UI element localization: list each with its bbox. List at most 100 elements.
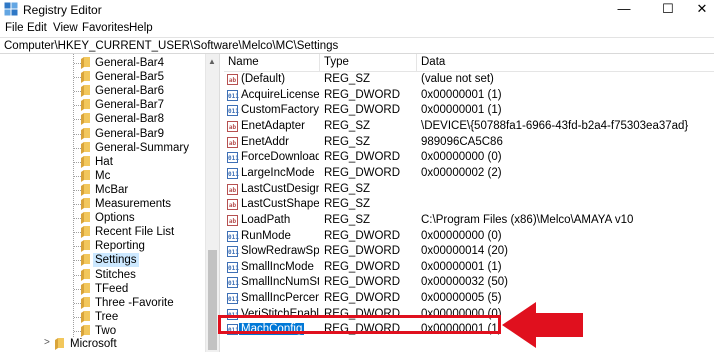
tree-item[interactable]: McBar <box>0 183 205 197</box>
tree-item[interactable]: TFeed <box>0 282 205 296</box>
tree-connector <box>74 232 81 234</box>
value-row[interactable]: ab EnetAddr REG_SZ 989096CA5C86 <box>224 135 714 151</box>
folder-icon <box>81 212 90 225</box>
value-data: 0x00000000 (0) <box>421 229 502 242</box>
key-tree: General-Bar4 General-Bar5 General-Bar6 Gene… <box>0 54 219 352</box>
tree-item[interactable]: Tree <box>0 310 205 324</box>
tree-connector <box>74 288 81 290</box>
folder-icon <box>55 338 64 350</box>
value-row[interactable]: ab LoadPath REG_SZ C:\Program Files (x86)\M… <box>224 213 714 229</box>
tree-item[interactable]: General-Bar7 <box>0 98 205 112</box>
column-header-name[interactable]: Name <box>224 54 320 71</box>
folder-icon <box>81 57 90 69</box>
tree-item[interactable]: Hat <box>0 155 205 169</box>
tree-item[interactable]: General-Summary <box>0 141 205 155</box>
folder-icon <box>81 141 90 154</box>
tree-scrollbar[interactable]: ▲ <box>205 54 219 352</box>
close-button[interactable]: ✕ <box>690 0 714 18</box>
tree-item-label: Measurements <box>95 198 172 210</box>
value-data: C:\Program Files (x86)\Melco\AMAYA v10 <box>421 213 634 226</box>
menu-edit[interactable]: Edit <box>27 22 47 34</box>
window-title: Registry Editor <box>23 3 102 17</box>
tree-connector <box>74 330 81 332</box>
tree-connector <box>74 189 81 191</box>
folder-icon <box>81 282 90 295</box>
column-header-type[interactable]: Type <box>320 54 417 71</box>
tree-item[interactable]: General-Bar6 <box>0 84 205 98</box>
value-row[interactable]: 011 SmallIncPercent REG_DWORD 0x00000005 (5… <box>224 291 714 307</box>
menu-file[interactable]: File <box>5 22 24 34</box>
value-row[interactable]: 011 ForceDownload REG_DWORD 0x00000000 (0) <box>224 150 714 166</box>
value-row[interactable]: ab EnetAdapter REG_SZ \DEVICE\{50788fa1-696… <box>224 119 714 135</box>
value-name: SmallIncNumStit... <box>241 276 319 289</box>
value-name: LastCustDesignCat <box>241 182 319 195</box>
value-row[interactable]: abLastCustShapeCat REG_SZ <box>224 197 714 213</box>
value-row[interactable]: 011 LargeIncMode REG_DWORD 0x00000002 (2) <box>224 166 714 182</box>
tree-item-label: Three -Favorite <box>95 296 174 309</box>
value-name: LoadPath <box>241 213 291 226</box>
address-path[interactable]: Computer\HKEY_CURRENT_USER\Software\Melc… <box>4 40 338 52</box>
value-data: 0x00000005 (5) <box>421 292 502 305</box>
value-row[interactable]: ab (Default) REG_SZ (value not set) <box>224 72 714 88</box>
menu-view[interactable]: View <box>53 22 78 34</box>
value-data: 0x00000002 (2) <box>421 166 502 179</box>
maximize-button[interactable]: ☐ <box>646 0 690 18</box>
tree-item-label: TFeed <box>95 282 129 295</box>
value-type: REG_SZ <box>324 73 371 85</box>
address-bar[interactable]: Computer\HKEY_CURRENT_USER\Software\Melc… <box>0 37 714 54</box>
tree-connector <box>74 147 81 149</box>
tree-item[interactable]: Stitches <box>0 268 205 282</box>
tree-item[interactable]: Measurements <box>0 197 205 211</box>
binary-value-icon: 011 <box>227 277 239 289</box>
value-row[interactable]: 011 SmallIncMode REG_DWORD 0x00000001 (1) <box>224 260 714 276</box>
folder-icon <box>81 268 90 281</box>
tree-item[interactable]: Settings <box>0 253 205 268</box>
tree-connector <box>74 204 81 205</box>
string-value-icon: ab <box>227 214 238 226</box>
menu-bar: File Edit View Favorites Help <box>0 19 714 36</box>
tree-item[interactable]: General-Bar4 <box>0 56 205 70</box>
folder-icon <box>81 296 90 309</box>
value-row[interactable]: 011CustomFactoryI... REG_DWORD 0x00000001 … <box>224 103 714 119</box>
scroll-thumb[interactable] <box>208 250 217 350</box>
folder-icon <box>81 99 90 112</box>
value-row[interactable]: 011SmallIncNumStit... REG_DWORD 0x00000032… <box>224 275 714 291</box>
folder-icon <box>81 254 90 267</box>
value-row[interactable]: 011 RunMode REG_DWORD 0x00000000 (0) <box>224 229 714 245</box>
menu-help[interactable]: Help <box>129 22 153 34</box>
tree-item[interactable]: General-Bar5 <box>0 70 205 84</box>
tree-item-label: Hat <box>95 155 113 168</box>
tree-item[interactable]: General-Bar9 <box>0 127 205 141</box>
column-header-data[interactable]: Data <box>417 54 714 71</box>
folder-icon <box>81 169 90 182</box>
tree-item[interactable]: Reporting <box>0 239 205 253</box>
tree-item[interactable]: Two <box>0 324 205 338</box>
value-row[interactable]: 011SlowRedrawSpe... REG_DWORD 0x00000014 (… <box>224 244 714 260</box>
minimize-button[interactable]: — <box>602 0 646 18</box>
value-row[interactable]: 011 AcquireLicense REG_DWORD 0x00000001 (1) <box>224 88 714 104</box>
value-row[interactable]: abLastCustDesignCat REG_SZ <box>224 182 714 198</box>
value-data: 0x00000001 (1) <box>421 104 502 117</box>
highlight-box <box>218 315 501 334</box>
tree-item-microsoft[interactable]: > Microsoft <box>0 337 205 351</box>
value-name: RunMode <box>241 229 291 242</box>
folder-icon <box>81 85 90 98</box>
tree-connector <box>74 133 81 135</box>
title-bar: Registry Editor — ☐ ✕ <box>0 0 714 18</box>
tree-item-label: General-Bar4 <box>95 57 165 69</box>
tree-item[interactable]: Recent File List <box>0 225 205 239</box>
tree-item[interactable]: Mc <box>0 169 205 183</box>
value-data: 989096CA5C86 <box>421 135 503 148</box>
tree-item-label: Options <box>95 212 135 225</box>
menu-favorites[interactable]: Favorites <box>82 22 129 34</box>
tree-connector <box>74 302 81 304</box>
expand-chevron-icon[interactable]: > <box>44 337 50 348</box>
value-type: REG_SZ <box>324 135 371 148</box>
tree-item[interactable]: Options <box>0 211 205 225</box>
tree-item-label: General-Bar6 <box>95 85 165 98</box>
scroll-up-icon[interactable]: ▲ <box>208 57 216 66</box>
tree-item[interactable]: Three -Favorite <box>0 296 205 310</box>
tree-item[interactable]: General-Bar8 <box>0 112 205 126</box>
value-type: REG_DWORD <box>324 260 401 273</box>
binary-value-icon: 011 <box>227 293 239 305</box>
